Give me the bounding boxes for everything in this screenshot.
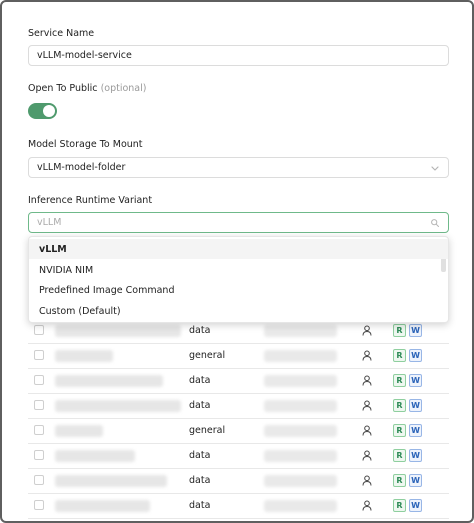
row-checkbox[interactable] bbox=[34, 325, 44, 335]
write-permission-badge[interactable]: W bbox=[409, 499, 422, 512]
user-icon bbox=[362, 400, 372, 411]
row-checkbox[interactable] bbox=[34, 475, 44, 485]
table-row[interactable]: general R W bbox=[28, 344, 449, 369]
chevron-down-icon bbox=[431, 166, 439, 171]
write-permission-badge[interactable]: W bbox=[409, 349, 422, 362]
user-icon bbox=[362, 450, 372, 461]
row-checkbox[interactable] bbox=[34, 375, 44, 385]
option-nvidia-nim[interactable]: NVIDIA NIM bbox=[29, 260, 448, 280]
runtime-variant-dropdown: vLLM NVIDIA NIM Predefined Image Command… bbox=[28, 236, 449, 323]
read-permission-badge[interactable]: R bbox=[393, 424, 406, 437]
read-permission-badge[interactable]: R bbox=[393, 374, 406, 387]
redacted-host bbox=[264, 400, 337, 412]
read-permission-badge[interactable]: R bbox=[393, 474, 406, 487]
redacted-name bbox=[55, 375, 163, 387]
read-permission-badge[interactable]: R bbox=[393, 349, 406, 362]
redacted-name bbox=[55, 325, 181, 337]
runtime-variant-select[interactable]: vLLM bbox=[28, 212, 449, 233]
row-type: data bbox=[189, 500, 211, 511]
write-permission-badge[interactable]: W bbox=[409, 374, 422, 387]
table-row[interactable]: data R W bbox=[28, 369, 449, 394]
redacted-host bbox=[264, 475, 337, 487]
modal-panel: Service Name vLLM-model-service Open To … bbox=[0, 0, 474, 523]
open-to-public-toggle[interactable] bbox=[28, 103, 57, 119]
search-icon bbox=[431, 219, 439, 227]
row-checkbox[interactable] bbox=[34, 350, 44, 360]
service-name-value: vLLM-model-service bbox=[37, 50, 132, 61]
redacted-name bbox=[55, 400, 181, 412]
redacted-host bbox=[264, 425, 337, 437]
redacted-host bbox=[264, 500, 337, 512]
user-icon bbox=[362, 350, 372, 361]
read-permission-badge[interactable]: R bbox=[393, 449, 406, 462]
user-icon bbox=[362, 425, 372, 436]
redacted-name bbox=[55, 500, 150, 512]
open-to-public-text: Open To Public bbox=[28, 83, 98, 94]
read-permission-badge[interactable]: R bbox=[393, 499, 406, 512]
row-checkbox[interactable] bbox=[34, 425, 44, 435]
row-type: data bbox=[189, 475, 211, 486]
model-storage-value: vLLM-model-folder bbox=[37, 162, 126, 173]
redacted-name bbox=[55, 450, 135, 462]
read-permission-badge[interactable]: R bbox=[393, 399, 406, 412]
table-row[interactable]: data R W bbox=[28, 469, 449, 494]
user-icon bbox=[362, 475, 372, 486]
user-icon bbox=[362, 375, 372, 386]
redacted-host bbox=[264, 325, 337, 337]
row-type: general bbox=[189, 350, 226, 361]
table-row[interactable]: general R W bbox=[28, 419, 449, 444]
row-type: data bbox=[189, 325, 211, 336]
write-permission-badge[interactable]: W bbox=[409, 424, 422, 437]
row-type: general bbox=[189, 425, 226, 436]
option-custom-default[interactable]: Custom (Default) bbox=[29, 301, 448, 321]
table-row[interactable]: data R W bbox=[28, 494, 449, 519]
user-icon bbox=[362, 325, 372, 336]
write-permission-badge[interactable]: W bbox=[409, 474, 422, 487]
toggle-knob bbox=[43, 105, 55, 117]
redacted-name bbox=[55, 425, 103, 437]
user-icon bbox=[362, 500, 372, 511]
table-row[interactable]: data R W bbox=[28, 394, 449, 419]
row-checkbox[interactable] bbox=[34, 400, 44, 410]
write-permission-badge[interactable]: W bbox=[409, 324, 422, 337]
model-storage-label: Model Storage To Mount bbox=[28, 139, 143, 150]
model-storage-select[interactable]: vLLM-model-folder bbox=[28, 157, 449, 178]
write-permission-badge[interactable]: W bbox=[409, 399, 422, 412]
redacted-host bbox=[264, 350, 337, 362]
option-predefined-image-command[interactable]: Predefined Image Command bbox=[29, 280, 448, 300]
row-checkbox[interactable] bbox=[34, 500, 44, 510]
write-permission-badge[interactable]: W bbox=[409, 449, 422, 462]
redacted-name bbox=[55, 350, 113, 362]
service-name-input[interactable]: vLLM-model-service bbox=[28, 45, 449, 66]
runtime-variant-placeholder: vLLM bbox=[37, 217, 62, 228]
service-name-label: Service Name bbox=[28, 28, 95, 39]
optional-hint: (optional) bbox=[100, 83, 147, 94]
option-vllm[interactable]: vLLM bbox=[29, 239, 448, 259]
open-to-public-label: Open To Public (optional) bbox=[28, 83, 146, 94]
row-checkbox[interactable] bbox=[34, 450, 44, 460]
table-row[interactable]: data R W bbox=[28, 444, 449, 469]
redacted-host bbox=[264, 450, 337, 462]
read-permission-badge[interactable]: R bbox=[393, 324, 406, 337]
row-type: data bbox=[189, 375, 211, 386]
redacted-name bbox=[55, 475, 167, 487]
row-type: data bbox=[189, 450, 211, 461]
redacted-host bbox=[264, 375, 337, 387]
row-type: data bbox=[189, 400, 211, 411]
runtime-variant-label: Inference Runtime Variant bbox=[28, 195, 153, 206]
